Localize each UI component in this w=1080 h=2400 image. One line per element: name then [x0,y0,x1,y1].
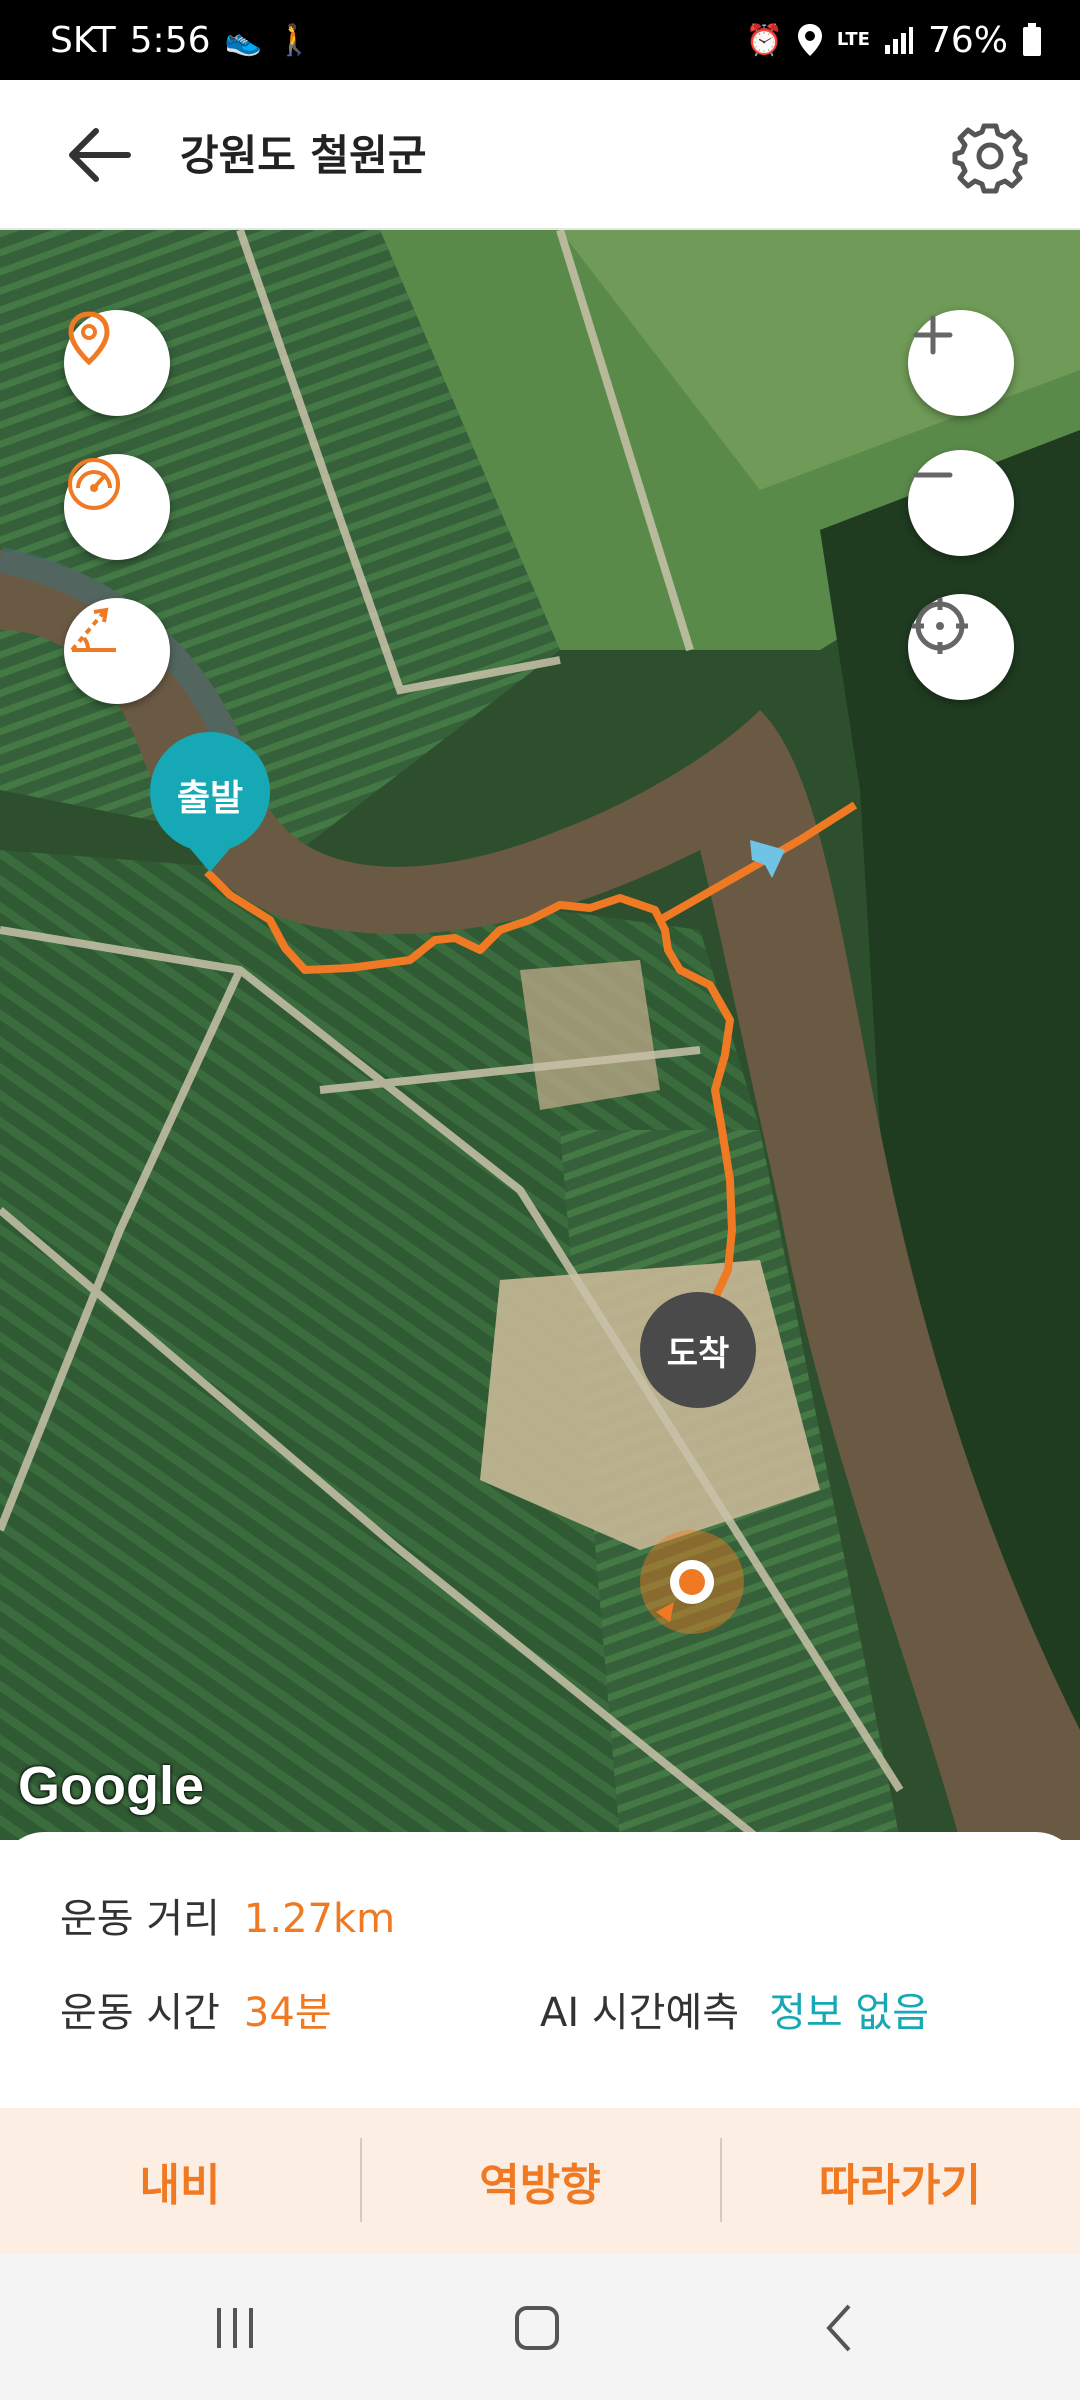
home-icon [515,2306,559,2350]
walking-icon: 🚶 [275,22,314,58]
gear-icon [952,123,1028,194]
current-location-marker [640,1530,744,1634]
minus-icon [913,472,953,478]
clock: 5:56 [129,19,211,61]
ai-estimate-row: AI 시간예측 정보 없음 [540,1980,929,2038]
map-view[interactable]: 출발 도착 Google [0,230,1080,1840]
zoom-out-button[interactable] [908,450,1014,556]
arrow-left-icon [69,128,131,182]
ai-label: AI 시간예측 [540,1990,740,2036]
status-bar: SKT 5:56 👟 🚶 ⏰ LTE 76% [0,0,1080,80]
distance-row: 운동 거리 1.27km [60,1886,395,1944]
recent-apps-icon [217,2308,253,2348]
action-bar: 내비 역방향 따라가기 [0,2108,1080,2254]
google-attribution: Google [18,1756,204,1816]
battery-percent: 76% [927,19,1008,61]
my-location-button[interactable] [908,594,1014,700]
time-label: 운동 시간 [60,1990,220,2036]
map-pin-icon [68,311,110,366]
back-nav-button[interactable] [796,2288,886,2368]
zoom-in-button[interactable] [908,310,1014,416]
app-header: 강원도 철원군 [0,80,1080,230]
alarm-icon: ⏰ [745,22,783,58]
slope-icon [70,607,116,652]
start-label: 출발 [177,778,243,819]
time-row: 운동 시간 34분 [60,1980,332,2038]
system-nav-bar [0,2254,1080,2400]
network-type: LTE [836,29,870,50]
carrier-label: SKT [50,19,116,61]
crosshair-icon [912,598,968,654]
time-value: 34분 [243,1990,332,2036]
reverse-button[interactable]: 역방향 [360,2108,720,2254]
location-icon [797,24,822,56]
place-pin-button[interactable] [64,310,170,416]
settings-button[interactable] [950,116,1030,196]
shoe-icon: 👟 [224,22,262,58]
battery-icon [1023,23,1041,56]
distance-value: 1.27km [243,1896,396,1942]
elevation-button[interactable] [64,598,170,704]
end-marker[interactable]: 도착 [640,1292,756,1408]
back-button[interactable] [60,120,140,190]
plus-icon [913,315,953,355]
end-label: 도착 [667,1334,730,1374]
recent-apps-button[interactable] [190,2288,280,2368]
signal-icon [884,27,913,54]
navi-button[interactable]: 내비 [0,2108,360,2254]
speedometer-icon [68,458,120,510]
ai-value: 정보 없음 [769,1990,929,2036]
page-title: 강원도 철원군 [180,131,427,180]
follow-button[interactable]: 따라가기 [720,2108,1080,2254]
home-button[interactable] [492,2288,582,2368]
route-info-panel: 운동 거리 1.27km 운동 시간 34분 AI 시간예측 정보 없음 [0,1832,1080,2108]
speed-button[interactable] [64,454,170,560]
distance-label: 운동 거리 [60,1896,220,1942]
chevron-left-icon [826,2304,851,2352]
